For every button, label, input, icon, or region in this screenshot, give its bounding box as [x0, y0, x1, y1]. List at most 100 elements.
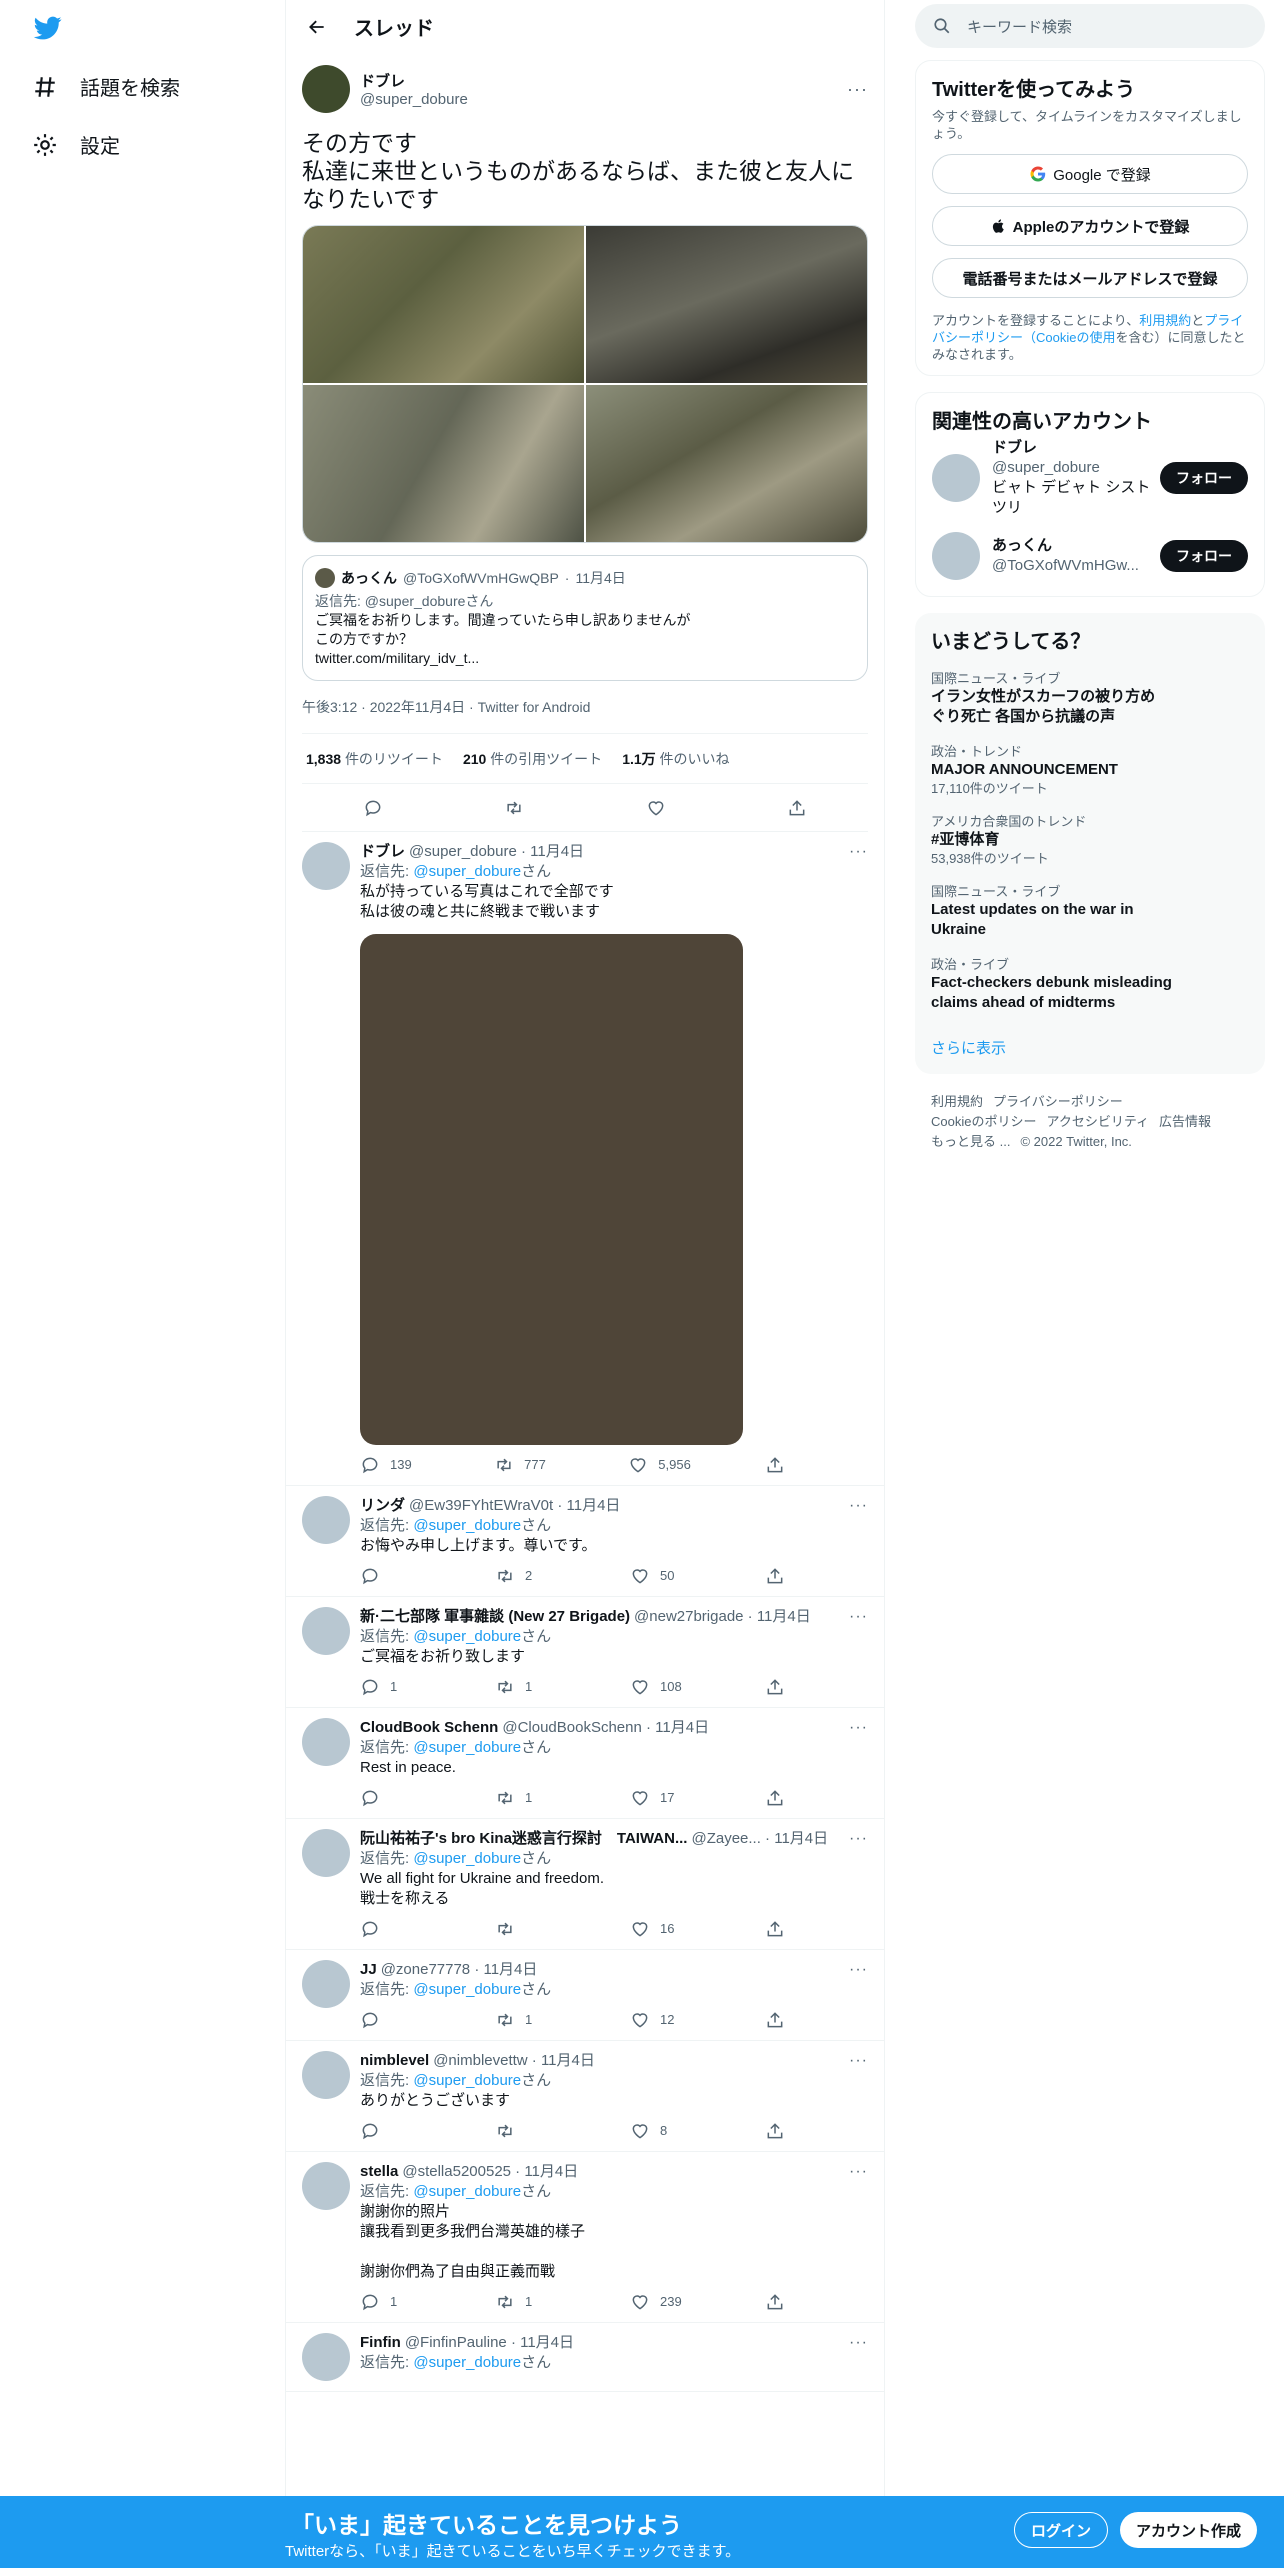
tweet-photo[interactable] [586, 226, 867, 383]
related-account[interactable]: ドブレ @super_dobure ビャト デビャト シスト ツリ フォロー [932, 439, 1248, 516]
reply-to-handle[interactable]: @super_dobure [413, 1981, 521, 1998]
like-button[interactable]: 8 [630, 2121, 690, 2141]
follow-button[interactable]: フォロー [1160, 462, 1248, 494]
more-options-icon[interactable]: ··· [849, 1829, 868, 1849]
author-handle[interactable]: @super_dobure [360, 91, 468, 108]
signup-button[interactable]: アカウント作成 [1120, 2512, 1258, 2548]
more-options-icon[interactable]: ··· [849, 2051, 868, 2071]
reply-author-name[interactable]: nimblevel [360, 2051, 429, 2071]
trend-item[interactable]: 国際ニュース・ライブ イラン女性がスカーフの被り方め ぐり死亡 各国から抗議の声 [931, 670, 1249, 727]
reply-button[interactable]: 1 [360, 2292, 420, 2312]
more-options-icon[interactable]: ··· [849, 2162, 868, 2182]
retweet-button[interactable]: 777 [494, 1455, 554, 1475]
reply-tweet[interactable]: Finfin @FinfinPauline · 11月4日 ··· 返信先: @sup… [286, 2323, 884, 2392]
reply-author-handle[interactable]: @new27brigade · 11月4日 [634, 1607, 811, 1627]
more-options-icon[interactable]: ··· [849, 1607, 868, 1627]
reply-author-handle[interactable]: @Zayee... · 11月4日 [691, 1829, 828, 1849]
reply-to-handle[interactable]: @super_dobure [413, 1739, 521, 1756]
avatar[interactable] [302, 1496, 350, 1544]
reply-tweet[interactable]: リンダ @Ew39FYhtEWraV0t · 11月4日 ··· 返信先: @supe… [286, 1486, 884, 1597]
like-button[interactable]: 16 [630, 1919, 690, 1939]
tweet-timestamp[interactable]: 午後3:12 · 2022年11月4日 · Twitter for Androi… [302, 697, 868, 734]
footer-privacy-link[interactable]: プライバシーポリシー [993, 1094, 1123, 1109]
reply-author-handle[interactable]: @Ew39FYhtEWraV0t · 11月4日 [409, 1496, 620, 1516]
share-button[interactable] [765, 1677, 785, 1697]
reply-to-handle[interactable]: @super_dobure [413, 863, 521, 880]
reply-to-handle[interactable]: @super_dobure [413, 2072, 521, 2089]
share-button[interactable] [765, 2292, 785, 2312]
like-button[interactable]: 5,956 [628, 1455, 691, 1475]
more-options-icon[interactable]: ··· [849, 842, 868, 862]
reply-author-name[interactable]: stella [360, 2162, 398, 2182]
footer-ads-link[interactable]: 広告情報 [1159, 1114, 1211, 1129]
retweet-button[interactable]: 1 [495, 1677, 555, 1697]
trend-item[interactable]: 政治・ライブ Fact-checkers debunk misleading cl… [931, 956, 1249, 1013]
retweet-button[interactable] [495, 1919, 555, 1939]
avatar[interactable] [302, 2162, 350, 2210]
avatar[interactable] [302, 2333, 350, 2381]
reply-icon[interactable] [363, 798, 383, 818]
login-button[interactable]: ログイン [1014, 2512, 1109, 2548]
like-button[interactable]: 239 [630, 2292, 690, 2312]
search-input[interactable]: キーワード検索 [915, 4, 1265, 48]
related-account[interactable]: あっくん @ToGXofWVmHGw... フォロー [932, 528, 1248, 584]
reply-to-handle[interactable]: @super_dobure [413, 1628, 521, 1645]
like-stat[interactable]: 1.1万 件のいいね [622, 749, 729, 769]
footer-more-link[interactable]: もっと見る ... [931, 1134, 1010, 1149]
more-options-icon[interactable]: ··· [849, 1496, 868, 1516]
show-more-link[interactable]: さらに表示 [931, 1037, 1249, 1058]
reply-tweet[interactable]: nimblevel @nimblevettw · 11月4日 ··· 返信先: @su… [286, 2041, 884, 2152]
like-button[interactable]: 12 [630, 2010, 690, 2030]
reply-tweet[interactable]: stella @stella5200525 · 11月4日 ··· 返信先: @sup… [286, 2152, 884, 2323]
back-button[interactable] [302, 12, 332, 42]
footer-accessibility-link[interactable]: アクセシビリティ [1046, 1114, 1149, 1129]
reply-button[interactable] [360, 2010, 420, 2030]
share-button[interactable] [765, 1455, 785, 1475]
reply-tweet[interactable]: CloudBook Schenn @CloudBookSchenn · 11月4日… [286, 1708, 884, 1819]
reply-author-name[interactable]: リンダ [360, 1496, 405, 1516]
more-options-icon[interactable]: ··· [849, 2333, 868, 2353]
reply-tweet[interactable]: 阮山祐祐子's bro Kina迷惑言行探討 TAIWAN... @Zayee..… [286, 1819, 884, 1950]
quoted-tweet[interactable]: あっくん @ToGXofWVmHGwQBP · 11月4日 返信先: @supe… [302, 555, 868, 681]
author-name[interactable]: ドブレ [360, 70, 468, 91]
reply-author-name[interactable]: ドブレ [360, 842, 405, 862]
reply-button[interactable] [360, 1566, 420, 1586]
reply-author-handle[interactable]: @zone77778 · 11月4日 [381, 1960, 538, 1980]
retweet-button[interactable]: 2 [495, 1566, 555, 1586]
avatar[interactable] [302, 1718, 350, 1766]
trend-item[interactable]: 政治・トレンド MAJOR ANNOUNCEMENT 17,110件のツイート [931, 743, 1249, 797]
reply-button[interactable] [360, 1788, 420, 1808]
reply-author-name[interactable]: Finfin [360, 2333, 401, 2353]
retweet-stat[interactable]: 1,838 件のリツイート [306, 749, 443, 769]
avatar[interactable] [302, 2051, 350, 2099]
reply-tweet[interactable]: ドブレ @super_dobure · 11月4日 ··· 返信先: @super_d… [286, 832, 884, 1486]
nav-explore[interactable]: 話題を検索 [32, 72, 180, 101]
reply-to-handle[interactable]: @super_dobure [413, 1517, 521, 1534]
tweet-photo[interactable] [586, 385, 867, 542]
twitter-logo-icon[interactable] [32, 14, 64, 42]
reply-author-handle[interactable]: @super_dobure · 11月4日 [409, 842, 584, 862]
tweet-photo[interactable] [303, 385, 584, 542]
more-options-icon[interactable]: ··· [847, 79, 868, 100]
reply-button[interactable] [360, 1919, 420, 1939]
avatar[interactable] [302, 842, 350, 890]
more-options-icon[interactable]: ··· [849, 1960, 868, 1980]
share-button[interactable] [765, 2010, 785, 2030]
reply-author-handle[interactable]: @CloudBookSchenn · 11月4日 [502, 1718, 709, 1738]
reply-to-handle[interactable]: @super_dobure [413, 1850, 521, 1867]
quote-stat[interactable]: 210 件の引用ツイート [463, 749, 602, 769]
reply-to-handle[interactable]: @super_dobure [413, 2354, 521, 2371]
trend-item[interactable]: アメリカ合衆国のトレンド #亚博体育 53,938件のツイート [931, 813, 1249, 867]
share-icon[interactable] [787, 798, 807, 818]
reply-button[interactable] [360, 2121, 420, 2141]
trend-item[interactable]: 国際ニュース・ライブ Latest updates on the war in U… [931, 883, 1249, 940]
avatar[interactable] [302, 1607, 350, 1655]
reply-author-handle[interactable]: @FinfinPauline · 11月4日 [405, 2333, 574, 2353]
avatar[interactable] [302, 1829, 350, 1877]
google-signup-button[interactable]: Google で登録 [932, 154, 1248, 194]
retweet-button[interactable] [495, 2121, 555, 2141]
reply-to-handle[interactable]: @super_dobure [413, 2183, 521, 2200]
share-button[interactable] [765, 1788, 785, 1808]
retweet-icon[interactable] [504, 798, 524, 818]
nav-settings[interactable]: 設定 [32, 130, 120, 159]
